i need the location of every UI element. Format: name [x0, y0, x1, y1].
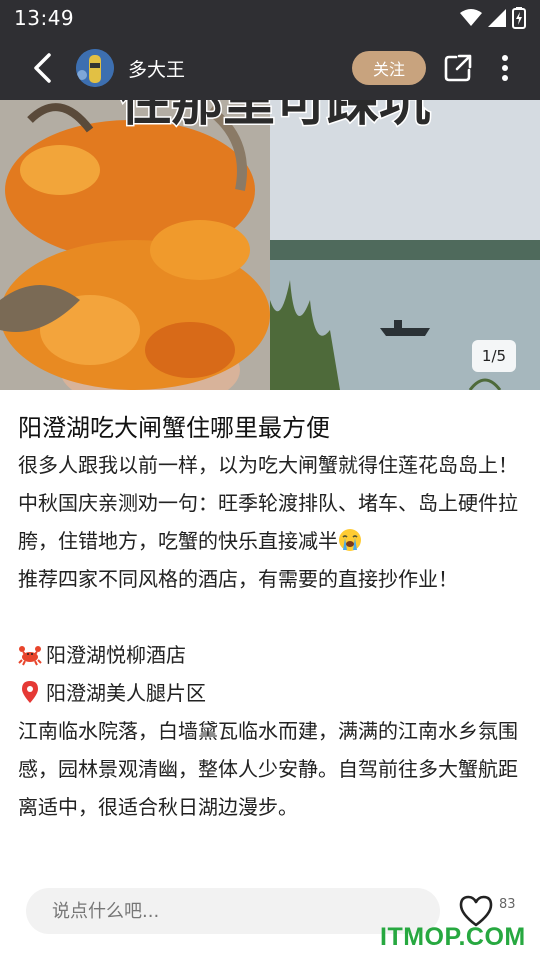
more-vertical-icon [502, 55, 508, 81]
crab-illustration [0, 100, 270, 390]
author-name[interactable]: 多大王 [128, 55, 185, 82]
author-avatar[interactable] [76, 49, 114, 87]
back-arrow-icon [34, 53, 51, 83]
signal-icon [488, 9, 506, 27]
image-title-text: 住那里可踩坑 [119, 100, 431, 133]
image-overlay-title: 住那里可踩坑 [117, 100, 432, 135]
share-icon [444, 54, 472, 82]
follow-button[interactable]: 关注 [352, 51, 426, 85]
post-paragraph: 阳澄湖美人腿片区 [18, 674, 522, 712]
bottom-bar: 83 ITMOP.COM [0, 875, 540, 960]
avatar-image [76, 49, 114, 87]
post-paragraph: 阳澄湖悦柳酒店 [18, 636, 522, 674]
more-options-button[interactable] [490, 48, 520, 88]
post-paragraph: 很多人跟我以前一样，以为吃大闸蟹就得住莲花岛岛上！ [18, 453, 518, 477]
system-icons [460, 7, 526, 29]
post-content: 阳澄湖吃大闸蟹住哪里最方便 很多人跟我以前一样，以为吃大闸蟹就得住莲花岛岛上！ … [0, 390, 540, 875]
status-time: 13:49 [14, 6, 75, 30]
image-carousel[interactable]: 住那里可踩坑 1/5 [0, 100, 540, 390]
status-bar: 13:49 [0, 0, 540, 36]
post-paragraph-text: 中秋国庆亲测劝一句：旺季轮渡排队、堵车、岛上硬件拉胯，住错地方，吃蟹的快乐直接减… [18, 491, 518, 553]
like-count: 83 [499, 897, 516, 912]
post-title: 阳澄湖吃大闸蟹住哪里最方便 [18, 414, 330, 442]
site-watermark: ITMOP.COM [380, 923, 526, 951]
battery-icon [512, 7, 526, 29]
post-header: 多大王 关注 [0, 36, 540, 100]
hotel-name: 阳澄湖悦柳酒店 [46, 643, 186, 667]
crab-emoji-icon [18, 646, 42, 666]
share-button[interactable] [438, 48, 478, 88]
post-paragraph: 中秋国庆亲测劝一句：旺季轮渡排队、堵车、岛上硬件拉胯，住错地方，吃蟹的快乐直接减… [18, 484, 522, 560]
image-counter: 1/5 [472, 340, 516, 372]
crying-emoji-icon [339, 529, 361, 551]
post-paragraph: 推荐四家不同风格的酒店，有需要的直接抄作业！ [18, 567, 458, 591]
crab-photo [0, 100, 270, 390]
back-button[interactable] [22, 48, 62, 88]
wifi-icon [460, 9, 482, 26]
location-pin-icon [22, 681, 38, 703]
comment-input[interactable] [26, 888, 440, 934]
post-paragraph: 江南临水院落，白墙黛瓦临水而建，满满的江南水乡氛围感，园林景观清幽，整体人少安静… [18, 719, 518, 819]
hotel-location: 阳澄湖美人腿片区 [46, 681, 206, 705]
